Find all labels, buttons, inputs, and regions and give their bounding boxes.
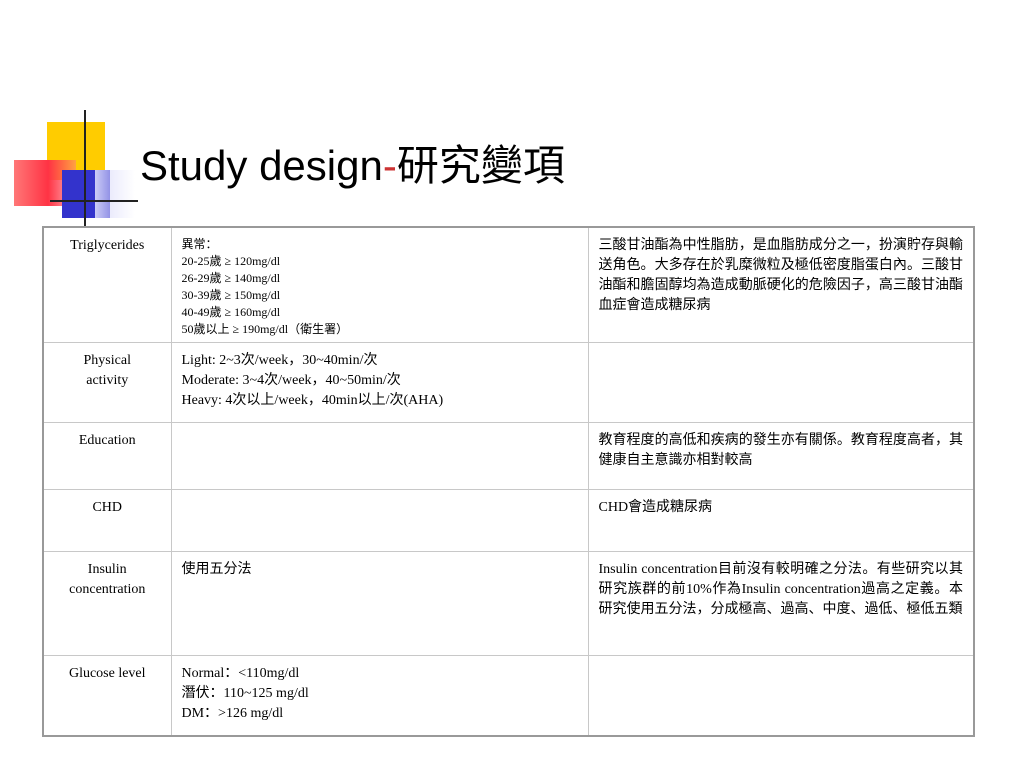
table-row-insulin-concentration: Insulin concentration 使用五分法 Insulin conc… [42,551,975,656]
decor-horizontal-line [50,200,138,202]
note-cell: Insulin concentration目前沒有較明確之分法。有些研究以其研究… [587,551,975,656]
criteria-line: Light: 2~3次/week，30~40min/次 [181,353,378,368]
criteria-cell: Normal：<110mg/dl 潛伏：110~125 mg/dl DM：>12… [170,655,589,737]
variable-cell: Insulin concentration [42,551,172,656]
note-text: CHD會造成糖尿病 [598,500,713,515]
table-row-chd: CHD CHD會造成糖尿病 [42,489,975,552]
criteria-line: 潛伏：110~125 mg/dl [181,686,309,701]
variable-name: Education [78,433,136,448]
variable-name: concentration [69,582,146,597]
variable-name: activity [86,373,129,388]
note-cell [587,655,975,737]
criteria-line: DM：>126 mg/dl [181,706,284,721]
variable-cell: Education [42,422,172,490]
study-design-table: Triglycerides 異常： 20-25歲 ≥ 120mg/dl 26-2… [42,226,975,737]
variable-name: Glucose level [68,666,146,681]
note-cell [587,342,975,423]
variable-name: CHD [92,500,123,515]
note-text: 教育程度的高低和疾病的發生亦有關係。教育程度高者，其健康自主意識亦相對較高 [598,433,964,468]
title-dash: - [382,142,397,189]
slide-title: Study design-研究變項 [140,140,565,192]
criteria-cell [170,422,589,490]
decor-lavender-square [95,170,135,218]
variable-name: Triglycerides [70,238,145,253]
table-row-education: Education 教育程度的高低和疾病的發生亦有關係。教育程度高者，其健康自主… [42,422,975,490]
decor-vertical-line [84,110,86,228]
table-row-physical-activity: Physical activity Light: 2~3次/week，30~40… [42,342,975,423]
variable-cell: Glucose level [42,655,172,737]
criteria-line: 50歲以上 ≥ 190mg/dl（衛生署） [181,322,349,336]
variable-cell: CHD [42,489,172,552]
criteria-line: Normal：<110mg/dl [181,666,300,681]
criteria-line: 異常： [181,237,218,251]
criteria-cell: Light: 2~3次/week，30~40min/次 Moderate: 3~… [170,342,589,423]
criteria-cell: 使用五分法 [170,551,589,656]
table-row-glucose-level: Glucose level Normal：<110mg/dl 潛伏：110~12… [42,655,975,737]
title-main: Study design [140,142,383,189]
criteria-cell: 異常： 20-25歲 ≥ 120mg/dl 26-29歲 ≥ 140mg/dl … [170,226,589,343]
criteria-line: 使用五分法 [181,562,252,577]
variable-cell: Triglycerides [42,226,172,343]
note-text: 三酸甘油酯為中性脂肪，是血脂肪成分之一，扮演貯存與輸送角色。大多存在於乳糜微粒及… [598,238,964,313]
table-row-triglycerides: Triglycerides 異常： 20-25歲 ≥ 120mg/dl 26-2… [42,226,975,343]
variable-cell: Physical activity [42,342,172,423]
note-text: Insulin concentration目前沒有較明確之分法。有些研究以其研究… [598,562,964,617]
criteria-line: 30-39歲 ≥ 150mg/dl [181,288,281,302]
criteria-cell [170,489,589,552]
title-chinese: 研究變項 [396,141,565,190]
note-cell: 三酸甘油酯為中性脂肪，是血脂肪成分之一，扮演貯存與輸送角色。大多存在於乳糜微粒及… [587,226,975,343]
criteria-line: 40-49歲 ≥ 160mg/dl [181,305,281,319]
criteria-line: 26-29歲 ≥ 140mg/dl [181,271,281,285]
criteria-line: Moderate: 3~4次/week，40~50min/次 [181,373,401,388]
criteria-line: 20-25歲 ≥ 120mg/dl [181,254,281,268]
criteria-line: Heavy: 4次以上/week，40min以上/次(AHA) [181,393,444,408]
note-cell: CHD會造成糖尿病 [587,489,975,552]
note-cell: 教育程度的高低和疾病的發生亦有關係。教育程度高者，其健康自主意識亦相對較高 [587,422,975,490]
variable-name: Insulin [87,562,127,577]
variable-name: Physical [83,353,131,368]
